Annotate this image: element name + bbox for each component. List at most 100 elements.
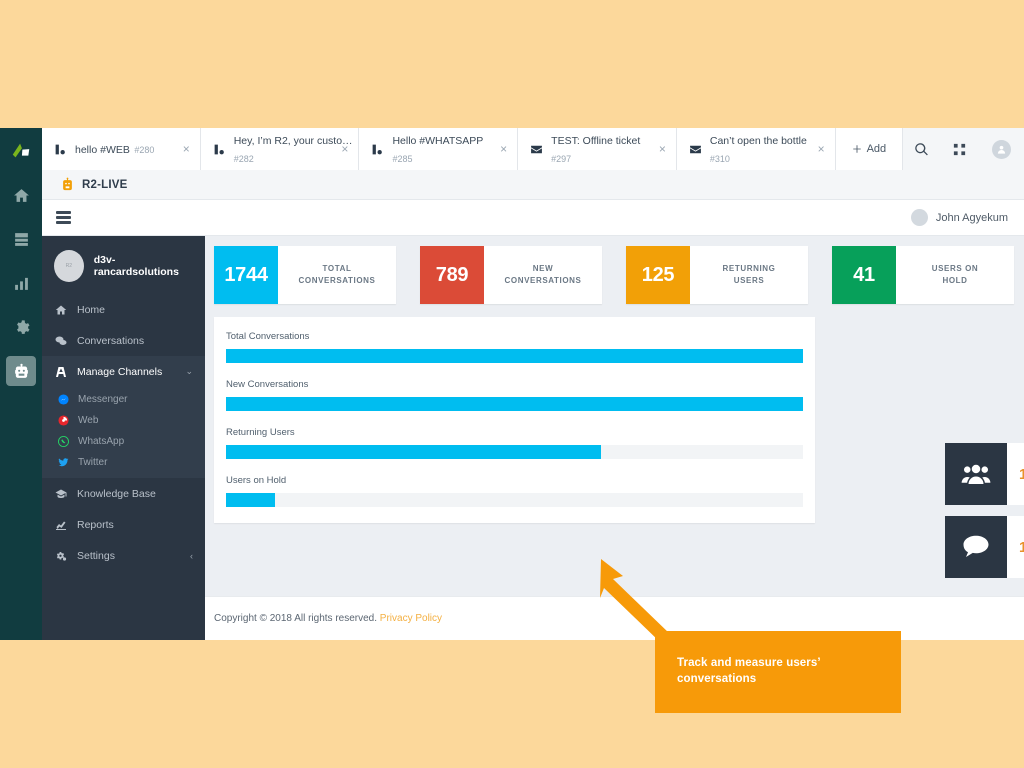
tab-item[interactable]: Can’t open the bottle #310 ×	[676, 128, 836, 170]
sidebar-sub-label: WhatsApp	[78, 436, 125, 447]
brand-bar: R2-LIVE	[42, 170, 1024, 200]
progress-track	[226, 493, 803, 507]
tab-close-icon[interactable]: ×	[183, 143, 190, 155]
gears-icon	[54, 550, 68, 562]
tab-id: #285	[392, 154, 413, 164]
sidebar-account-name: d3v-rancardsolutions	[93, 254, 179, 278]
tab-item[interactable]: Hey, I’m R2, your custo… #282 ×	[200, 128, 360, 170]
sidebar-item-whatsapp[interactable]: WhatsApp	[42, 431, 205, 452]
sidebar-item-twitter[interactable]: Twitter	[42, 452, 205, 473]
progress-track	[226, 397, 803, 411]
app-top-nav: John Agyekum	[42, 200, 1024, 236]
avatar-icon: R2	[54, 250, 84, 282]
envelope-icon	[530, 143, 543, 156]
tab-title: hello #WEB	[75, 144, 130, 156]
rail-home-icon[interactable]	[6, 180, 36, 210]
stat-label-line2: CONVERSATIONS	[298, 276, 376, 285]
browser-tab-bar: hello #WEB #280 × Hey, I’m R2, your cust…	[42, 128, 1024, 170]
tab-close-icon[interactable]: ×	[500, 143, 507, 155]
tab-id: #280	[134, 145, 155, 155]
web-globe-icon	[58, 415, 69, 426]
mini-card-conversations[interactable]: 1	[945, 516, 1024, 578]
plus-icon	[852, 144, 862, 154]
twitter-icon	[58, 457, 69, 468]
annotation-line2: conversations	[677, 673, 757, 685]
progress-fill	[226, 493, 276, 507]
users-group-icon	[945, 443, 1007, 505]
tab-item[interactable]: TEST: Offline ticket #297 ×	[518, 128, 677, 170]
channels-icon	[54, 366, 68, 378]
tab-close-icon[interactable]: ×	[818, 143, 825, 155]
brand-name: R2-LIVE	[82, 178, 128, 191]
chat-bot-icon	[371, 143, 384, 156]
stat-label-line2: HOLD	[942, 276, 968, 285]
add-tab-button[interactable]: Add	[835, 128, 904, 170]
speech-bubble-icon	[945, 516, 1007, 578]
progress-label: Total Conversations	[226, 331, 310, 342]
progress-label: Returning Users	[226, 427, 295, 438]
sidebar-item-knowledge-base[interactable]: Knowledge Base	[42, 478, 205, 509]
stat-card-new-conversations[interactable]: 789 NEW CONVERSATIONS	[420, 246, 602, 304]
account-avatar-button[interactable]	[978, 128, 1024, 170]
stat-value: 125	[626, 246, 690, 304]
progress-fill	[226, 397, 803, 411]
stat-label-line1: NEW	[532, 264, 554, 273]
mini-card-users[interactable]: 1	[945, 443, 1024, 505]
stat-label: NEW CONVERSATIONS	[484, 246, 602, 304]
app-logo-icon[interactable]	[0, 136, 42, 166]
sidebar-account[interactable]: R2 d3v-rancardsolutions	[42, 236, 205, 294]
tab-close-icon[interactable]: ×	[659, 143, 666, 155]
stat-label-line1: USERS ON	[931, 264, 979, 273]
annotation-line1: Track and measure users’	[677, 657, 821, 669]
stat-value: 41	[832, 246, 896, 304]
tab-title: Can’t open the bottle	[709, 135, 807, 147]
search-icon[interactable]	[903, 128, 941, 170]
sidebar-item-label: Reports	[77, 518, 114, 531]
rail-bar-chart-icon[interactable]	[6, 268, 36, 298]
tab-id: #297	[551, 154, 572, 164]
sidebar-item-manage-channels[interactable]: Manage Channels ⌄	[42, 356, 205, 387]
current-user[interactable]: John Agyekum	[910, 209, 1008, 226]
progress-label: New Conversations	[226, 379, 309, 390]
sidebar-sub-label: Twitter	[78, 457, 108, 468]
rail-robot-icon[interactable]	[6, 356, 36, 386]
tab-item[interactable]: Hello #WHATSAPP #285 ×	[359, 128, 519, 170]
sidebar-item-home[interactable]: Home	[42, 294, 205, 325]
hamburger-menu-icon[interactable]	[56, 211, 71, 224]
sidebar-sub-label: Messenger	[78, 394, 128, 405]
privacy-policy-link[interactable]: Privacy Policy	[380, 613, 442, 624]
grid-apps-icon[interactable]	[941, 128, 979, 170]
envelope-icon	[689, 143, 702, 156]
stat-card-row: 1744 TOTAL CONVERSATIONS 789 NEW CONVERS…	[205, 236, 1024, 304]
sidebar-item-messenger[interactable]: Messenger	[42, 389, 205, 410]
mini-card-value: 1	[1007, 516, 1024, 578]
add-tab-label: Add	[866, 143, 887, 155]
mini-card-value: 1	[1007, 443, 1024, 505]
stat-value: 789	[420, 246, 484, 304]
tab-title: TEST: Offline ticket	[551, 135, 641, 147]
r2-robot-icon	[60, 177, 75, 192]
tab-close-icon[interactable]: ×	[341, 143, 348, 155]
sidebar-item-reports[interactable]: Reports	[42, 509, 205, 540]
sidebar-item-conversations[interactable]: Conversations	[42, 325, 205, 356]
rail-server-stack-icon[interactable]	[6, 224, 36, 254]
chat-bot-icon	[54, 143, 67, 156]
chart-line-icon	[54, 519, 68, 531]
progress-fill	[226, 349, 803, 363]
stat-label: RETURNING USERS	[690, 246, 808, 304]
chevron-left-icon: ‹	[190, 550, 193, 561]
stat-card-users-on-hold[interactable]: 41 USERS ON HOLD	[832, 246, 1014, 304]
footer-copyright: Copyright © 2018 All rights reserved.	[214, 613, 378, 624]
sidebar-item-settings[interactable]: Settings ‹	[42, 540, 205, 571]
stat-card-returning-users[interactable]: 125 RETURNING USERS	[626, 246, 808, 304]
tab-title: Hey, I’m R2, your custo…	[233, 135, 353, 147]
tab-item[interactable]: hello #WEB #280 ×	[42, 128, 201, 170]
sidebar-sub-label: Web	[78, 415, 99, 426]
rail-gear-icon[interactable]	[6, 312, 36, 342]
stat-label-line1: RETURNING	[722, 264, 776, 273]
stat-card-total-conversations[interactable]: 1744 TOTAL CONVERSATIONS	[214, 246, 396, 304]
page-backdrop-top	[0, 0, 1024, 128]
stat-label-line1: TOTAL	[322, 264, 352, 273]
screenshot-root: hello #WEB #280 × Hey, I’m R2, your cust…	[0, 0, 1024, 768]
sidebar-item-web[interactable]: Web	[42, 410, 205, 431]
